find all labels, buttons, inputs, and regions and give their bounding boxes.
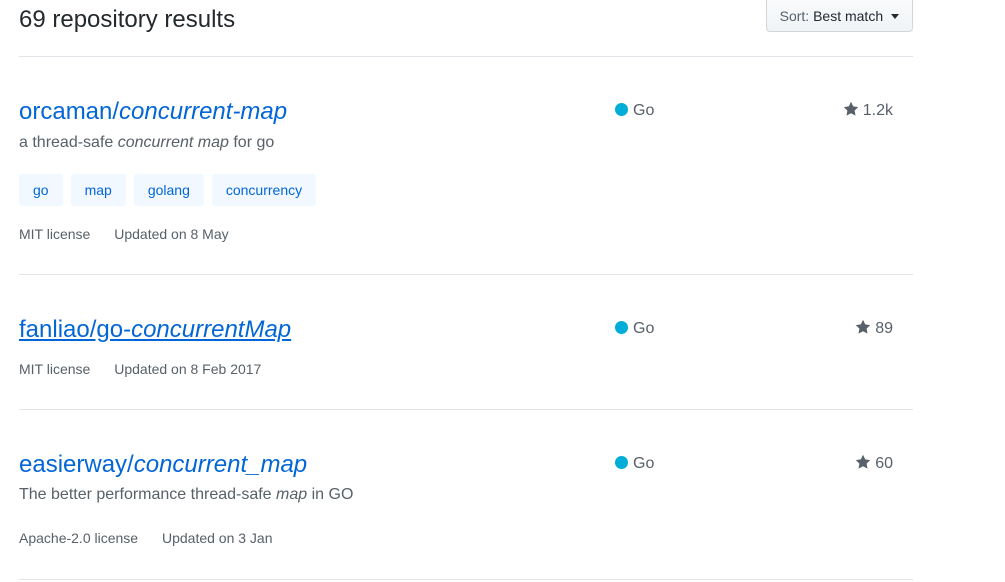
license-label: Apache-2.0 license — [19, 530, 139, 546]
repo-list-item: orcaman/concurrent-map a thread-safe con… — [19, 57, 913, 275]
repo-owner: easierway/ — [19, 451, 134, 478]
star-count: 89 — [875, 320, 893, 337]
sort-label: Sort: — [779, 8, 810, 24]
star-count: 60 — [875, 455, 893, 472]
star-icon — [856, 455, 871, 469]
updated-label: Updated on 8 May — [114, 226, 229, 242]
language-color-dot — [615, 455, 628, 469]
search-results: 69 repository results Sort: Best match o… — [0, 0, 913, 582]
language-label: Go — [633, 320, 655, 337]
language-color-dot — [615, 320, 628, 334]
repo-description-highlight: concurrent map — [117, 134, 229, 151]
repo-meta: MIT license Updated on 8 May — [19, 224, 229, 244]
topic-tags: go map golang concurrency — [19, 174, 317, 206]
repo-language: Go — [615, 101, 654, 121]
repo-language: Go — [615, 454, 654, 474]
star-icon — [856, 320, 871, 334]
repo-name-highlight: concurrentMap — [131, 316, 292, 343]
repo-owner: fanliao/go- — [19, 316, 132, 343]
results-count-title: 69 repository results — [19, 6, 236, 33]
repo-description-text: The better performance thread-safe — [19, 486, 277, 503]
caret-down-icon — [891, 13, 899, 19]
repo-meta: Apache-2.0 license Updated on 3 Jan — [19, 528, 273, 548]
stargazers-link[interactable]: 60 — [855, 454, 893, 474]
topic-tag[interactable]: concurrency — [211, 174, 317, 206]
sort-selected-value: Best match — [813, 8, 884, 24]
repo-name-highlight: concurrent-map — [119, 98, 288, 125]
updated-label: Updated on 8 Feb 2017 — [114, 361, 262, 377]
topic-tag[interactable]: golang — [133, 174, 204, 206]
repo-owner: orcaman/ — [19, 98, 120, 125]
star-icon — [843, 102, 858, 116]
repo-link[interactable]: orcaman/concurrent-map — [19, 97, 287, 127]
repo-list-item: fanliao/go-concurrentMap Go 89 MIT licen… — [19, 275, 913, 410]
repo-name-highlight: concurrent_map — [133, 451, 308, 478]
star-count: 1.2k — [862, 102, 893, 119]
language-label: Go — [633, 455, 655, 472]
repo-list-item: easierway/concurrent_map The better perf… — [19, 410, 913, 580]
results-header: 69 repository results Sort: Best match — [19, 0, 913, 57]
license-label: MIT license — [19, 361, 91, 377]
repo-description-text: a thread-safe — [19, 134, 118, 151]
sort-dropdown-button[interactable]: Sort: Best match — [765, 0, 913, 32]
topic-tag[interactable]: map — [70, 174, 126, 206]
stargazers-link[interactable]: 1.2k — [843, 101, 893, 121]
repo-link[interactable]: fanliao/go-concurrentMap — [19, 315, 291, 345]
repo-link[interactable]: easierway/concurrent_map — [19, 450, 307, 480]
repo-description-highlight: map — [276, 486, 308, 503]
stargazers-link[interactable]: 89 — [855, 319, 893, 339]
topic-tag[interactable]: go — [19, 174, 63, 206]
language-color-dot — [615, 102, 628, 116]
repo-description: a thread-safe concurrent map for go — [19, 133, 274, 153]
repo-description-text: in GO — [307, 486, 354, 503]
updated-label: Updated on 3 Jan — [161, 530, 273, 546]
license-label: MIT license — [19, 226, 91, 242]
repo-description-text: for go — [228, 134, 275, 151]
repo-meta: MIT license Updated on 8 Feb 2017 — [19, 359, 261, 379]
repo-description: The better performance thread-safe map i… — [19, 485, 353, 505]
language-label: Go — [633, 102, 655, 119]
repo-language: Go — [615, 319, 654, 339]
